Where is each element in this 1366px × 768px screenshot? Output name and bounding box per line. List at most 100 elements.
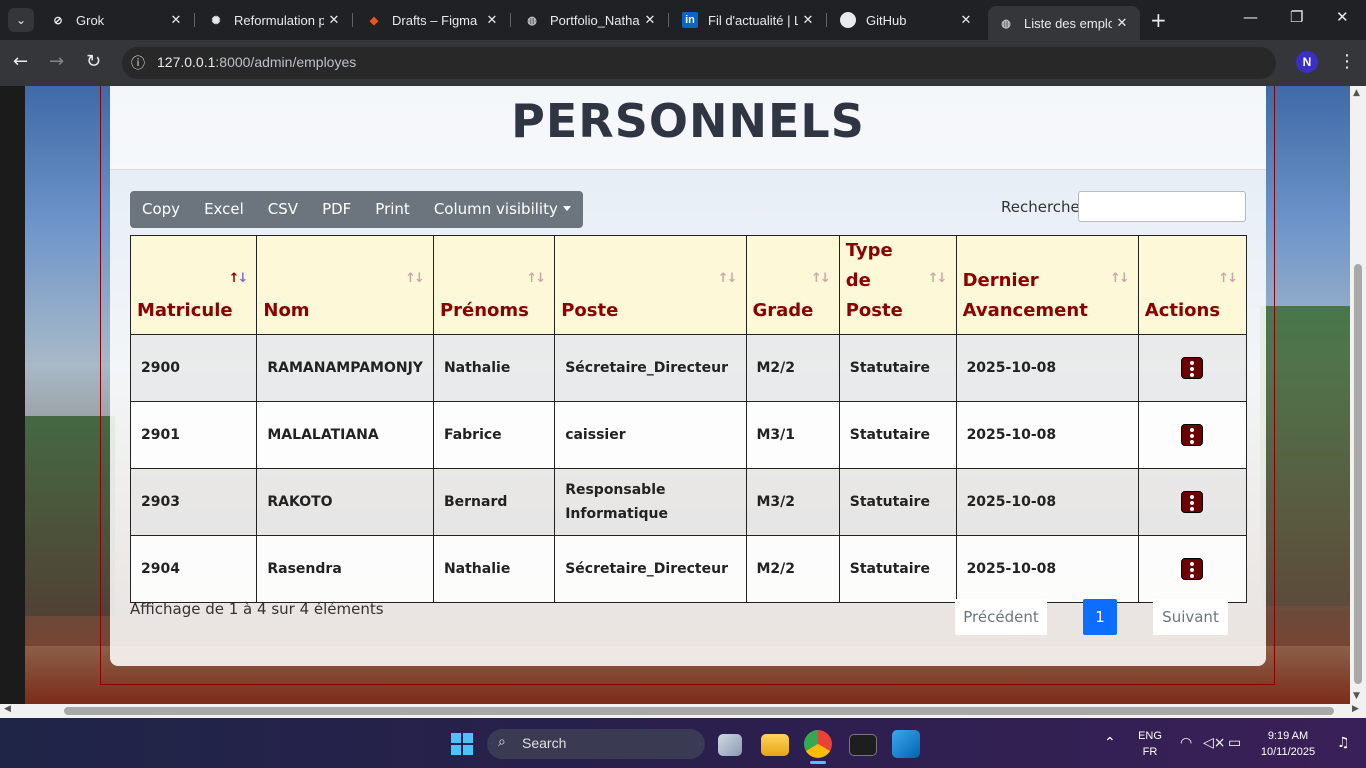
- taskbar-search-box[interactable]: [487, 729, 705, 759]
- url-text[interactable]: 127.0.0.1:8000/admin/employes: [157, 54, 356, 70]
- task-view-icon[interactable]: [718, 734, 742, 756]
- browser-tab-grok[interactable]: ⊘ Grok ✕: [40, 6, 195, 34]
- sort-icon[interactable]: ↑↓: [811, 264, 831, 294]
- reload-icon[interactable]: ↻: [86, 51, 101, 73]
- minimize-icon[interactable]: —: [1243, 8, 1258, 26]
- wifi-icon[interactable]: ◠: [1180, 735, 1192, 751]
- print-button[interactable]: Print: [363, 191, 422, 228]
- scroll-right-arrow-icon[interactable]: ▶: [1352, 704, 1359, 714]
- close-tab-icon[interactable]: ✕: [1112, 15, 1132, 31]
- sort-icon[interactable]: ↑↓: [405, 264, 425, 294]
- browser-tab-github[interactable]: GitHub ✕: [830, 6, 984, 34]
- column-header-dernier-avancement[interactable]: Dernier Avancement ↑↓: [955, 235, 1139, 335]
- actions-menu-button[interactable]: [1181, 424, 1204, 446]
- browser-tab-chatgpt[interactable]: ✺ Reformulation p ✕: [198, 6, 353, 34]
- sort-icon[interactable]: ↑↓: [1110, 264, 1130, 294]
- github-icon: [840, 12, 856, 28]
- pagination-previous-button[interactable]: Précédent: [955, 599, 1047, 635]
- scroll-left-arrow-icon[interactable]: ◀: [4, 704, 11, 714]
- column-header-nom[interactable]: Nom ↑↓: [256, 235, 434, 335]
- cell-grade: M3/1: [745, 401, 840, 469]
- actions-menu-button[interactable]: [1181, 558, 1204, 580]
- back-icon[interactable]: ←: [13, 51, 28, 73]
- column-header-prenoms[interactable]: Prénoms ↑↓: [432, 235, 556, 335]
- tab-title: Fil d'actualité | L: [708, 12, 798, 28]
- show-hidden-icons-chevron-icon[interactable]: ⌃: [1104, 735, 1116, 751]
- browser-tab-employes[interactable]: ◍ Liste des employ ✕: [988, 6, 1140, 40]
- close-window-icon[interactable]: ✕: [1336, 8, 1349, 26]
- cell-prenoms: Fabrice: [432, 401, 556, 469]
- sort-icon[interactable]: ↑↓: [1218, 264, 1238, 294]
- close-tab-icon[interactable]: ✕: [482, 12, 502, 28]
- active-app-indicator: [810, 761, 826, 764]
- table-info-text: Affichage de 1 à 4 sur 4 éléments: [130, 600, 384, 618]
- browser-tab-bar: ⌄ ⊘ Grok ✕ ✺ Reformulation p ✕ ◆ Drafts …: [0, 0, 1366, 40]
- sort-icon[interactable]: ↑↓: [928, 264, 948, 294]
- column-header-matricule[interactable]: Matricule ↑↓: [129, 235, 258, 335]
- pdf-button[interactable]: PDF: [310, 191, 363, 228]
- tab-title: Portfolio_Nathal: [550, 12, 640, 28]
- cell-grade: M2/2: [745, 535, 840, 603]
- pagination-page-button[interactable]: 1: [1083, 599, 1117, 635]
- scroll-down-arrow-icon[interactable]: ▼: [1353, 691, 1360, 701]
- column-label: Actions: [1144, 300, 1221, 321]
- clock-time[interactable]: 9:19 AM: [1256, 730, 1320, 742]
- profile-avatar[interactable]: N: [1296, 51, 1318, 73]
- cell-dernier-avancement: 2025-10-08: [955, 334, 1139, 402]
- input-language-top[interactable]: ENG: [1136, 730, 1164, 742]
- actions-menu-button[interactable]: [1181, 491, 1204, 513]
- column-header-type-poste[interactable]: Type de Poste ↑↓: [838, 235, 957, 335]
- close-tab-icon[interactable]: ✕: [324, 12, 344, 28]
- browser-tab-portfolio[interactable]: ◍ Portfolio_Nathal ✕: [514, 6, 669, 34]
- column-header-actions[interactable]: Actions ↑↓: [1137, 235, 1248, 335]
- input-language-bottom[interactable]: FR: [1136, 746, 1164, 758]
- browser-tab-linkedin[interactable]: in Fil d'actualité | L ✕: [672, 6, 827, 34]
- cell-nom: Rasendra: [256, 535, 434, 603]
- column-header-poste[interactable]: Poste ↑↓: [554, 235, 747, 335]
- sort-icon[interactable]: ↑↓: [718, 264, 738, 294]
- vscode-icon[interactable]: [892, 730, 920, 758]
- column-label: Matricule: [137, 300, 233, 321]
- more-menu-icon[interactable]: ⋮: [1338, 51, 1356, 73]
- forward-icon[interactable]: →: [49, 51, 64, 73]
- cell-dernier-avancement: 2025-10-08: [955, 535, 1139, 603]
- close-tab-icon[interactable]: ✕: [798, 12, 818, 28]
- column-visibility-dropdown[interactable]: Column visibility: [422, 191, 583, 228]
- vertical-scroll-thumb[interactable]: [1354, 264, 1362, 684]
- file-explorer-icon[interactable]: [761, 734, 789, 756]
- terminal-icon[interactable]: [849, 734, 877, 756]
- clock-date[interactable]: 10/11/2025: [1256, 746, 1320, 758]
- employees-table: Matricule ↑↓ Nom ↑↓ Prénoms ↑↓ Poste ↑↓ Grad…: [129, 235, 1248, 603]
- actions-menu-button[interactable]: [1181, 357, 1204, 379]
- column-header-grade[interactable]: Grade ↑↓: [745, 235, 840, 335]
- horizontal-scrollbar[interactable]: ◀ ▶: [0, 704, 1366, 718]
- figma-icon: ◆: [369, 14, 379, 27]
- tab-search-chevron-icon[interactable]: ⌄: [8, 8, 34, 32]
- volume-muted-icon[interactable]: ◁×: [1203, 735, 1226, 751]
- close-tab-icon[interactable]: ✕: [956, 12, 976, 28]
- restore-icon[interactable]: ❐: [1290, 8, 1303, 26]
- excel-button[interactable]: Excel: [192, 191, 256, 228]
- battery-icon[interactable]: ▭: [1228, 735, 1241, 751]
- search-input[interactable]: [1078, 191, 1246, 222]
- close-tab-icon[interactable]: ✕: [640, 12, 660, 28]
- vertical-scrollbar[interactable]: ▲ ▼: [1350, 86, 1366, 704]
- new-tab-icon[interactable]: +: [1150, 9, 1167, 31]
- tab-title: Reformulation p: [234, 12, 324, 28]
- site-info-icon[interactable]: ⓘ: [131, 53, 145, 75]
- sort-icon[interactable]: ↑↓: [526, 264, 546, 294]
- close-tab-icon[interactable]: ✕: [166, 12, 186, 28]
- windows-start-icon[interactable]: [451, 733, 473, 755]
- notification-bell-icon[interactable]: ♫: [1337, 735, 1350, 751]
- pagination-next-button[interactable]: Suivant: [1153, 599, 1228, 635]
- tab-title: Drafts – Figma: [392, 12, 478, 28]
- horizontal-scroll-thumb[interactable]: [64, 707, 1334, 715]
- search-label: Recherche: [1001, 198, 1080, 216]
- chrome-icon[interactable]: [804, 730, 832, 758]
- csv-button[interactable]: CSV: [256, 191, 310, 228]
- browser-tab-figma[interactable]: ◆ Drafts – Figma ✕: [356, 6, 511, 34]
- cell-actions: [1137, 468, 1248, 536]
- copy-button[interactable]: Copy: [130, 191, 192, 228]
- scroll-up-arrow-icon[interactable]: ▲: [1353, 88, 1360, 98]
- sort-ascending-icon[interactable]: ↑↓: [229, 264, 249, 294]
